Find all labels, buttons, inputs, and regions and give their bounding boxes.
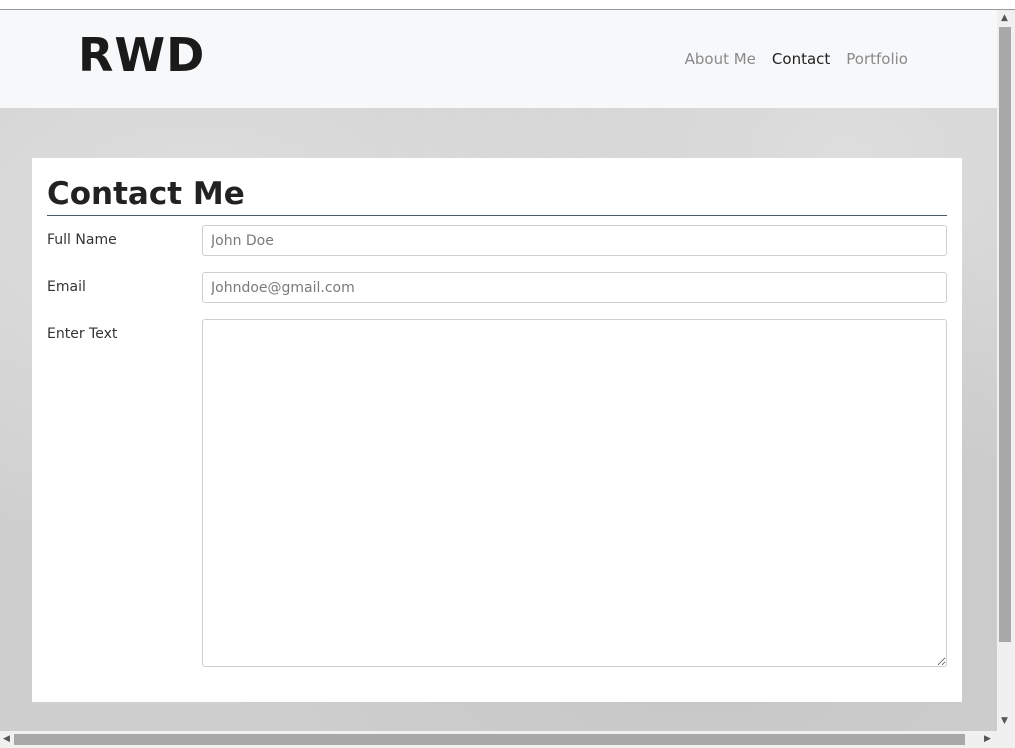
window-top-border xyxy=(0,0,1015,10)
email-input[interactable] xyxy=(202,272,947,303)
text-label: Enter Text xyxy=(47,326,118,342)
scroll-up-arrow-icon[interactable]: ▲ xyxy=(1001,13,1008,23)
title-divider xyxy=(47,215,947,216)
contact-card: Contact Me Full Name Email Enter Text xyxy=(32,158,962,702)
vertical-scrollbar[interactable]: ▲ ▼ xyxy=(997,10,1015,731)
nav-contact[interactable]: Contact xyxy=(772,50,830,68)
nav-portfolio[interactable]: Portfolio xyxy=(846,50,908,68)
nav-links: About Me Contact Portfolio xyxy=(685,50,908,68)
scroll-right-arrow-icon[interactable]: ▶ xyxy=(984,734,991,744)
scroll-down-arrow-icon[interactable]: ▼ xyxy=(1001,716,1008,726)
email-label: Email xyxy=(47,279,86,295)
brand-logo[interactable]: RWD xyxy=(78,28,205,82)
horizontal-scrollbar[interactable]: ◀ ▶ xyxy=(0,731,1015,748)
horizontal-scroll-thumb[interactable] xyxy=(14,734,965,745)
message-textarea[interactable] xyxy=(202,319,947,667)
page-title: Contact Me xyxy=(47,176,245,212)
full-name-label: Full Name xyxy=(47,232,117,248)
vertical-scroll-thumb[interactable] xyxy=(999,27,1011,642)
nav-about-me[interactable]: About Me xyxy=(685,50,756,68)
scroll-left-arrow-icon[interactable]: ◀ xyxy=(3,734,10,744)
page-viewport: RWD About Me Contact Portfolio Contact M… xyxy=(0,10,997,731)
full-name-input[interactable] xyxy=(202,225,947,256)
navbar: RWD About Me Contact Portfolio xyxy=(0,10,997,108)
